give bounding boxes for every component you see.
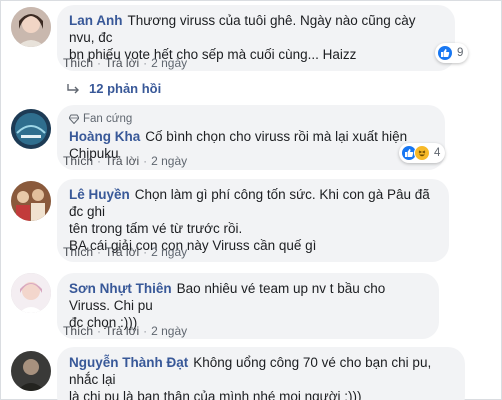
like-button[interactable]: Thích	[63, 56, 93, 70]
comment-text: là chi pu là bạn thân của mình nhé mọi n…	[69, 389, 362, 400]
like-icon	[437, 45, 453, 61]
haha-icon	[414, 145, 430, 161]
comment-author[interactable]: Sơn Nhựt Thiên	[69, 281, 172, 296]
like-button[interactable]: Thích	[63, 154, 93, 168]
fan-diamond-icon	[69, 114, 79, 124]
timestamp[interactable]: 2 ngày	[151, 154, 187, 168]
timestamp[interactable]: 2 ngày	[151, 324, 187, 338]
reply-button[interactable]: Trả lời	[105, 154, 139, 168]
comment-actions: Thích · Trả lời · 2 ngày	[63, 324, 188, 338]
reply-button[interactable]: Trả lời	[105, 56, 139, 70]
reply-button[interactable]: Trả lời	[105, 324, 139, 338]
avatar[interactable]	[11, 109, 51, 149]
fan-badge: Fan cứng	[69, 112, 433, 126]
comment-actions: Thích · Trả lời · 2 ngày	[63, 56, 188, 70]
reaction-count: 4	[434, 147, 441, 159]
comment-author[interactable]: Lan Anh	[69, 13, 123, 28]
reaction-count: 9	[457, 47, 464, 59]
replies-count[interactable]: 12 phản hồi	[89, 81, 161, 96]
fan-badge-label: Fan cứng	[83, 113, 133, 125]
avatar[interactable]	[11, 273, 51, 313]
comment-bubble: Nguyễn Thành Đạt Không uổng công 70 vé ch…	[57, 347, 465, 400]
view-replies-link[interactable]: 12 phản hồi	[67, 81, 161, 96]
reaction-summary[interactable]: 9	[435, 43, 469, 63]
comment-text: tên trong tấm vé từ trước rồi.	[69, 221, 243, 236]
timestamp[interactable]: 2 ngày	[151, 245, 187, 259]
comment-author[interactable]: Lê Huyền	[69, 187, 130, 202]
comment-author[interactable]: Hoàng Kha	[69, 129, 140, 144]
comment-actions: Thích · Trả lời · 2 ngày	[63, 245, 188, 259]
avatar[interactable]	[11, 7, 51, 47]
avatar[interactable]	[11, 351, 51, 391]
timestamp[interactable]: 2 ngày	[151, 56, 187, 70]
like-button[interactable]: Thích	[63, 324, 93, 338]
comment-actions: Thích · Trả lời · 2 ngày	[63, 154, 188, 168]
avatar[interactable]	[11, 181, 51, 221]
reply-arrow-icon	[67, 83, 79, 93]
reply-button[interactable]: Trả lời	[105, 245, 139, 259]
like-button[interactable]: Thích	[63, 245, 93, 259]
comment-author[interactable]: Nguyễn Thành Đạt	[69, 355, 188, 370]
reaction-summary[interactable]: 4	[399, 143, 446, 163]
